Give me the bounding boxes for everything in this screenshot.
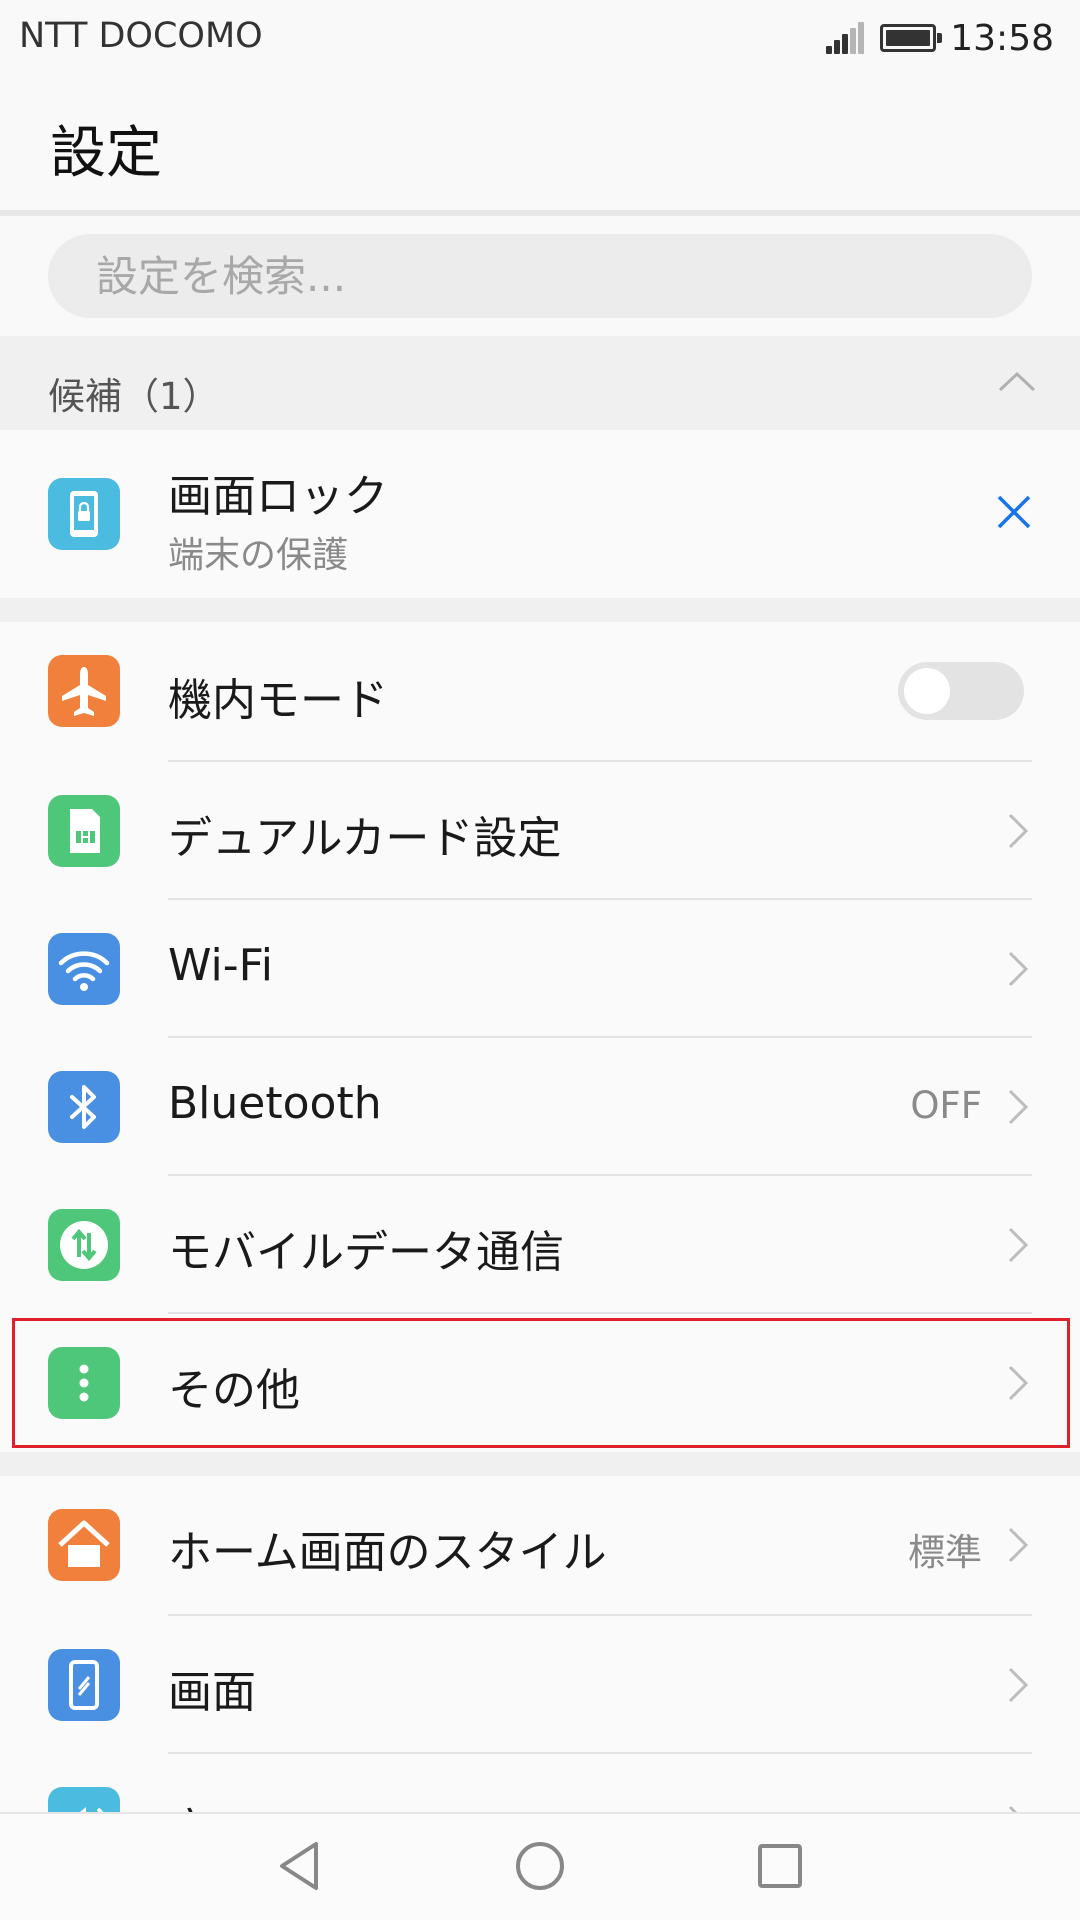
search-input[interactable] bbox=[96, 234, 996, 318]
status-bar: NTT DOCOMO 13:58 bbox=[0, 0, 1080, 76]
close-icon[interactable] bbox=[994, 492, 1034, 532]
suggestion-title: 画面ロック bbox=[168, 471, 388, 522]
mobile-data-label: モバイルデータ通信 bbox=[168, 1227, 564, 1278]
clock: 13:58 bbox=[950, 17, 1054, 59]
home-circle-icon[interactable] bbox=[512, 1838, 568, 1894]
airplane-mode-toggle[interactable] bbox=[898, 662, 1024, 720]
chevron-right-icon bbox=[1008, 951, 1029, 987]
suggestions-header[interactable]: 候補（1） bbox=[0, 336, 1080, 430]
settings-screen: NTT DOCOMO 13:58 設定 候補（1） bbox=[0, 0, 1080, 1920]
display-icon bbox=[48, 1649, 120, 1721]
dual-card-row[interactable]: デュアルカード設定 bbox=[0, 762, 1080, 900]
lock-icon bbox=[48, 478, 120, 550]
battery-icon bbox=[880, 24, 943, 52]
page-title: 設定 bbox=[50, 121, 162, 186]
sim-card-icon bbox=[48, 795, 120, 867]
home-icon bbox=[48, 1509, 120, 1581]
display-label: 画面 bbox=[168, 1667, 256, 1718]
bluetooth-icon bbox=[48, 1071, 120, 1143]
section-gap bbox=[0, 1452, 1080, 1476]
display-row[interactable]: 画面 bbox=[0, 1616, 1080, 1754]
signal-icon bbox=[826, 22, 865, 54]
airplane-mode-label: 機内モード bbox=[168, 675, 388, 726]
airplane-icon bbox=[48, 655, 120, 727]
title-divider bbox=[0, 210, 1080, 216]
wifi-label: Wi-Fi bbox=[168, 940, 273, 991]
suggestion-item-screen-lock[interactable]: 画面ロック 端末の保護 bbox=[0, 430, 1080, 598]
chevron-right-icon bbox=[1008, 1527, 1029, 1563]
bluetooth-row[interactable]: Bluetooth OFF bbox=[0, 1038, 1080, 1176]
bluetooth-label: Bluetooth bbox=[168, 1078, 382, 1129]
mobile-data-row[interactable]: モバイルデータ通信 bbox=[0, 1176, 1080, 1314]
chevron-right-icon bbox=[1008, 1089, 1029, 1125]
section-gap bbox=[0, 598, 1080, 622]
status-indicators: 13:58 bbox=[826, 14, 1054, 62]
bluetooth-status: OFF bbox=[910, 1084, 982, 1127]
wifi-icon bbox=[48, 933, 120, 1005]
suggestions-title: 候補（1） bbox=[48, 375, 220, 418]
back-icon[interactable] bbox=[272, 1838, 328, 1894]
navigation-bar bbox=[0, 1812, 1080, 1920]
recents-icon[interactable] bbox=[752, 1838, 808, 1894]
dual-card-label: デュアルカード設定 bbox=[168, 813, 562, 864]
chevron-right-icon bbox=[1008, 1667, 1029, 1703]
home-style-label: ホーム画面のスタイル bbox=[168, 1527, 607, 1578]
wifi-row[interactable]: Wi-Fi bbox=[0, 900, 1080, 1038]
home-style-row[interactable]: ホーム画面のスタイル 標準 bbox=[0, 1476, 1080, 1614]
chevron-right-icon bbox=[1008, 1227, 1029, 1263]
chevron-up-icon[interactable] bbox=[994, 360, 1040, 406]
search-bar[interactable] bbox=[48, 234, 1032, 318]
mobile-data-icon bbox=[48, 1209, 120, 1281]
airplane-mode-row[interactable]: 機内モード bbox=[0, 622, 1080, 760]
suggestion-subtitle: 端末の保護 bbox=[168, 535, 349, 576]
chevron-right-icon bbox=[1008, 813, 1029, 849]
carrier-name: NTT DOCOMO bbox=[19, 16, 263, 56]
home-style-value: 標準 bbox=[908, 1531, 982, 1574]
highlight-box bbox=[12, 1318, 1070, 1448]
